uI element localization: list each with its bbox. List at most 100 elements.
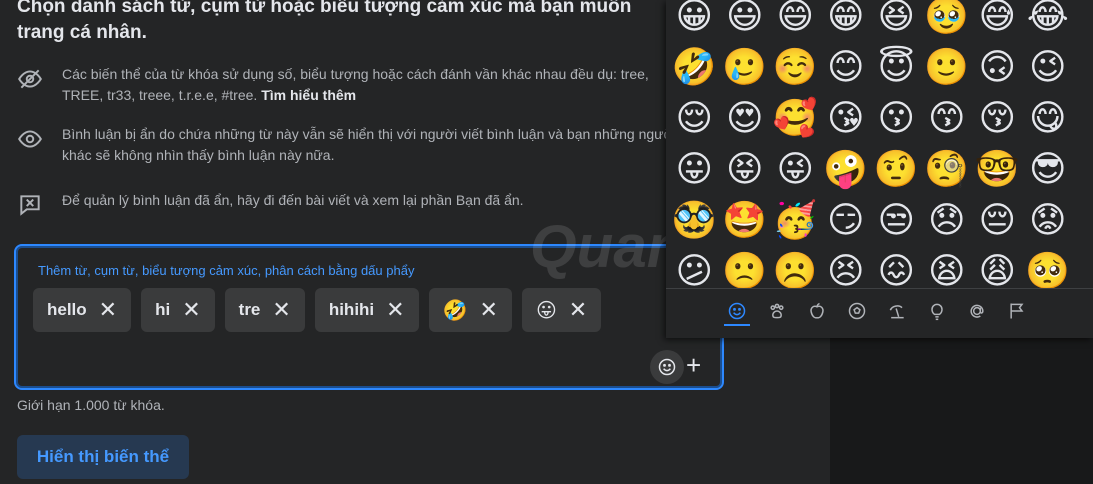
emoji-option[interactable]: 😣	[821, 245, 872, 288]
learn-more-link[interactable]: Tìm hiểu thêm	[261, 87, 356, 103]
emoji-option[interactable]: 🤩	[720, 194, 771, 245]
keyword-chip: 😛 ✕	[521, 288, 602, 332]
emoji-option[interactable]: 😩	[972, 245, 1023, 288]
emoji-option[interactable]: 😚	[972, 92, 1023, 143]
emoji-option[interactable]: ☺️	[770, 41, 821, 92]
info-visibility-text: Bình luận bị ẩn do chứa những từ này vẫn…	[62, 126, 676, 163]
emoji-option[interactable]: 🥰	[770, 92, 821, 143]
eye-icon	[18, 130, 42, 148]
picker-divider	[666, 288, 1093, 289]
emoji-picker: 😀 😃 😄 😁 😆 🥹 😅 😂 🤣 🥲 ☺️ 😊 😇 🙂 🙃 😉 😌 😍 🥰 😘 😗 😙 😚 😋 😛 😝 😜 🤪 🤨 🧐 🤓 😎 🥸 🤩 🥳 😏 😒 😞 😔…	[666, 0, 1093, 338]
category-flags[interactable]	[1004, 298, 1030, 324]
remove-chip-icon[interactable]: ✕	[386, 299, 404, 321]
emoji-option[interactable]: 🙁	[720, 245, 771, 288]
keyword-chip: 🤣 ✕	[428, 288, 512, 332]
emoji-option[interactable]: 😄	[770, 0, 821, 41]
emoji-option[interactable]: 😝	[720, 143, 771, 194]
emoji-option[interactable]: 🥲	[720, 41, 771, 92]
keyword-chips: hello ✕ hi ✕ tre ✕ hihihi ✕ 🤣 ✕ 😛 ✕	[33, 288, 602, 332]
emoji-option[interactable]: 😒	[871, 194, 922, 245]
keyword-chip: tre ✕	[224, 288, 305, 332]
keyword-chip: hi ✕	[141, 288, 215, 332]
emoji-option[interactable]: 😉	[1023, 41, 1074, 92]
emoji-option[interactable]: 🙂	[922, 41, 973, 92]
category-objects[interactable]	[924, 298, 950, 324]
category-symbols[interactable]	[964, 298, 990, 324]
emoji-option[interactable]: 🧐	[922, 143, 973, 194]
hidden-comment-icon	[20, 195, 40, 216]
emoji-category-bar	[724, 298, 1030, 326]
emoji-option[interactable]: 😋	[1023, 92, 1074, 143]
emoji-option[interactable]: 🥳	[770, 194, 821, 245]
emoji-picker-button[interactable]	[650, 350, 684, 384]
emoji-option[interactable]: 😊	[821, 41, 872, 92]
chip-label: hihihi	[328, 300, 375, 319]
paw-icon	[770, 303, 784, 319]
emoji-option[interactable]: 😇	[871, 41, 922, 92]
info-visibility: Bình luận bị ẩn do chứa những từ này vẫn…	[17, 124, 677, 166]
soccer-ball-icon	[848, 302, 866, 320]
remove-chip-icon[interactable]: ✕	[480, 299, 498, 321]
category-food[interactable]	[804, 298, 830, 324]
emoji-option[interactable]: 😍	[720, 92, 771, 143]
add-keyword-button[interactable]: +	[686, 352, 701, 378]
emoji-option[interactable]: 🥹	[922, 0, 973, 41]
info-variants: Các biến thể của từ khóa sử dụng số, biể…	[17, 64, 677, 106]
emoji-option[interactable]: 😌	[669, 92, 720, 143]
keyword-chip: hello ✕	[33, 288, 132, 332]
remove-chip-icon[interactable]: ✕	[569, 299, 587, 321]
emoji-option[interactable]: 😖	[871, 245, 922, 288]
chip-emoji: 🤣	[442, 299, 468, 322]
smiley-icon	[728, 302, 746, 320]
keyword-limit: Giới hạn 1.000 từ khóa.	[17, 397, 165, 413]
emoji-option[interactable]: 😙	[922, 92, 973, 143]
chip-label: hi	[155, 300, 171, 319]
emoji-option[interactable]: 😫	[922, 245, 973, 288]
show-variants-button[interactable]: Hiển thị biến thể	[17, 435, 189, 479]
category-travel[interactable]	[884, 298, 910, 324]
category-activities[interactable]	[844, 298, 870, 324]
emoji-option[interactable]: 🤓	[972, 143, 1023, 194]
lightbulb-icon	[931, 303, 943, 321]
emoji-option[interactable]: 🤣	[669, 41, 720, 92]
emoji-option[interactable]: 😕	[669, 245, 720, 288]
emoji-option[interactable]: 😗	[871, 92, 922, 143]
remove-chip-icon[interactable]: ✕	[99, 299, 117, 321]
keyword-chip: hihihi ✕	[314, 288, 419, 332]
eye-slash-icon	[18, 69, 42, 89]
chip-label: tre	[238, 300, 261, 319]
emoji-option[interactable]: 😁	[821, 0, 872, 41]
info-manage-text: Để quản lý bình luận đã ẩn, hãy đi đến b…	[62, 192, 524, 208]
emoji-option[interactable]: 😅	[972, 0, 1023, 41]
emoji-option[interactable]: 🙃	[972, 41, 1023, 92]
emoji-option[interactable]: 😟	[1023, 194, 1074, 245]
emoji-option[interactable]: 😔	[972, 194, 1023, 245]
emoji-option[interactable]: 😜	[770, 143, 821, 194]
emoji-option[interactable]: 😘	[821, 92, 872, 143]
emoji-option[interactable]: 😎	[1023, 143, 1074, 194]
emoji-option[interactable]: 🤪	[821, 143, 872, 194]
emoji-option[interactable]: ☹️	[770, 245, 821, 288]
emoji-option[interactable]: 😏	[821, 194, 872, 245]
remove-chip-icon[interactable]: ✕	[272, 299, 290, 321]
chip-label: hello	[47, 300, 87, 319]
emoji-option[interactable]: 😞	[922, 194, 973, 245]
emoji-option[interactable]: 😆	[871, 0, 922, 41]
smiley-icon	[658, 358, 676, 376]
emoji-option[interactable]: 😃	[720, 0, 771, 41]
emoji-option[interactable]: 🥸	[669, 194, 720, 245]
emoji-option[interactable]: 🤨	[871, 143, 922, 194]
emoji-option[interactable]: 😂	[1023, 0, 1074, 41]
emoji-option[interactable]: 😀	[669, 0, 720, 41]
chip-emoji: 😛	[535, 299, 557, 322]
category-animals[interactable]	[764, 298, 790, 324]
apple-icon	[810, 302, 824, 319]
remove-chip-icon[interactable]: ✕	[182, 299, 200, 321]
emoji-grid: 😀 😃 😄 😁 😆 🥹 😅 😂 🤣 🥲 ☺️ 😊 😇 🙂 🙃 😉 😌 😍 🥰 😘 😗 😙 😚 😋 😛 😝 😜 🤪 🤨 🧐 🤓 😎 🥸 🤩 🥳 😏 😒 😞 😔…	[669, 0, 1089, 288]
flag-icon	[1010, 303, 1024, 319]
emoji-option[interactable]: 😛	[669, 143, 720, 194]
page-title: Chọn danh sách từ, cụm từ hoặc biểu tượn…	[17, 0, 632, 43]
category-smileys[interactable]	[724, 298, 750, 326]
keyword-input-placeholder: Thêm từ, cụm từ, biểu tượng cảm xúc, phâ…	[38, 263, 415, 278]
emoji-option[interactable]: 🥺	[1023, 245, 1074, 288]
